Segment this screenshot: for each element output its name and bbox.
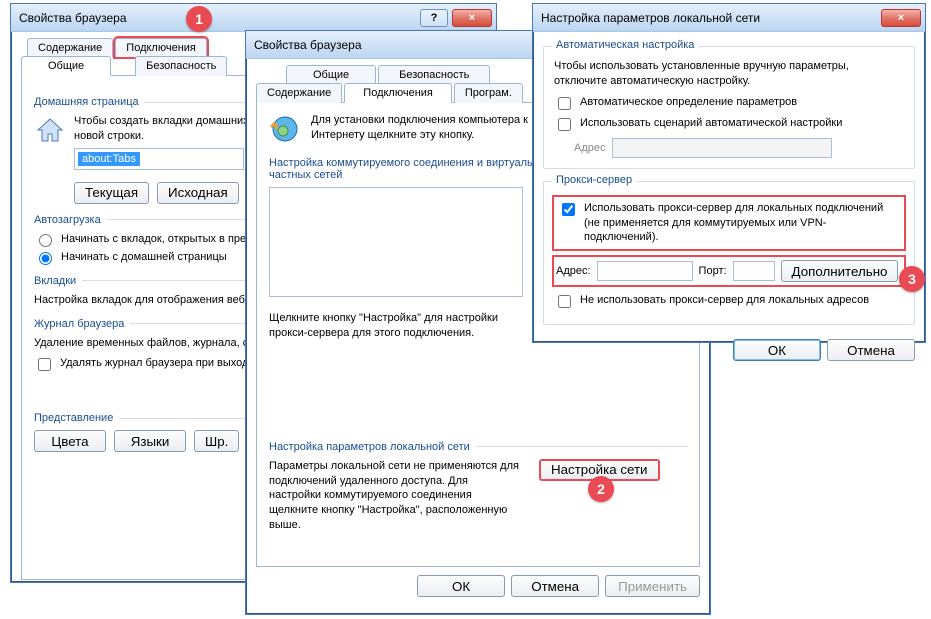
btn-cancel-2[interactable]: Отмена — [511, 575, 599, 597]
tab-general-2[interactable]: Общие — [286, 65, 376, 84]
btn-ok-2[interactable]: ОК — [417, 575, 505, 597]
lbl-proxy-addr: Адрес: — [556, 265, 591, 277]
group-auto: Автоматическая настройка Чтобы использов… — [543, 46, 915, 169]
chk-script[interactable]: Использовать сценарий автоматической нас… — [554, 116, 904, 134]
dialup-listbox[interactable] — [269, 187, 523, 297]
proxy-addr-row: Адрес: Порт: Дополнительно — [554, 257, 904, 285]
btn-advanced[interactable]: Дополнительно — [781, 260, 899, 282]
tab-connections[interactable]: Подключения — [115, 38, 207, 57]
auto-desc: Чтобы использовать установленные вручную… — [554, 59, 904, 89]
home-icon — [34, 114, 66, 146]
home-legend: Домашняя страница — [34, 96, 139, 108]
titlebar-3: Настройка параметров локальной сети × — [533, 4, 925, 32]
input-proxy-addr[interactable] — [597, 261, 693, 281]
btn-default[interactable]: Исходная — [157, 182, 239, 204]
lan-desc: Параметры локальной сети не применяются … — [269, 459, 519, 533]
input-proxy-port[interactable] — [733, 261, 775, 281]
tab-programs-2[interactable]: Програм. — [454, 83, 523, 103]
group-proxy: Прокси-сервер Использовать прокси-сервер… — [543, 181, 915, 326]
lbl-proxy-port: Порт: — [699, 265, 727, 277]
close-button[interactable]: × — [452, 9, 492, 27]
tab-security-2[interactable]: Безопасность — [378, 65, 490, 84]
btn-cancel-3[interactable]: Отмена — [827, 339, 915, 361]
appearance-legend: Представление — [34, 412, 113, 424]
history-legend: Журнал браузера — [34, 318, 124, 330]
footer-3: ОК Отмена — [543, 337, 915, 361]
chk-use-proxy[interactable]: Использовать прокси-сервер для локальных… — [554, 197, 904, 250]
dialup-legend: Настройка коммутируемого соединения и ви… — [269, 157, 559, 181]
globe-icon — [269, 113, 301, 145]
btn-ok-3[interactable]: ОК — [733, 339, 821, 361]
tab-security[interactable]: Безопасность — [135, 56, 227, 76]
window-lan-settings: Настройка параметров локальной сети × Ав… — [532, 3, 926, 343]
auto-legend: Автоматическая настройка — [552, 39, 698, 51]
btn-apply-2[interactable]: Применить — [605, 575, 700, 597]
tabs-legend: Вкладки — [34, 275, 76, 287]
tab-content-2[interactable]: Содержание — [256, 83, 342, 103]
title-1: Свойства браузера — [19, 11, 420, 25]
btn-lan-settings[interactable]: Настройка сети — [539, 459, 660, 481]
titlebar-1: Свойства браузера ? × — [11, 4, 496, 32]
dialup-hint: Щелкните кнопку "Настройка" для настройк… — [269, 311, 529, 341]
close-button-3[interactable]: × — [881, 9, 921, 27]
tab-connections-2[interactable]: Подключения — [344, 83, 452, 103]
btn-languages[interactable]: Языки — [114, 430, 186, 452]
lbl-script-addr: Адрес — [574, 142, 606, 154]
tab-content[interactable]: Содержание — [27, 38, 113, 57]
btn-colors[interactable]: Цвета — [34, 430, 106, 452]
input-script-addr — [612, 138, 832, 158]
chk-bypass-local[interactable]: Не использовать прокси-сервер для локаль… — [554, 293, 904, 311]
footer-2: ОК Отмена Применить — [246, 567, 710, 605]
home-url[interactable]: about:Tabs — [78, 152, 140, 166]
btn-current[interactable]: Текущая — [74, 182, 149, 204]
chk-autodetect[interactable]: Автоматическое определение параметров — [554, 95, 904, 113]
help-button[interactable]: ? — [420, 9, 448, 27]
title-3: Настройка параметров локальной сети — [541, 11, 881, 25]
btn-fonts[interactable]: Шр. — [194, 430, 239, 452]
lan-legend: Настройка параметров локальной сети — [269, 441, 470, 453]
proxy-legend: Прокси-сервер — [552, 174, 636, 186]
autostart-legend: Автозагрузка — [34, 214, 101, 226]
tab-general[interactable]: Общие — [21, 56, 111, 76]
